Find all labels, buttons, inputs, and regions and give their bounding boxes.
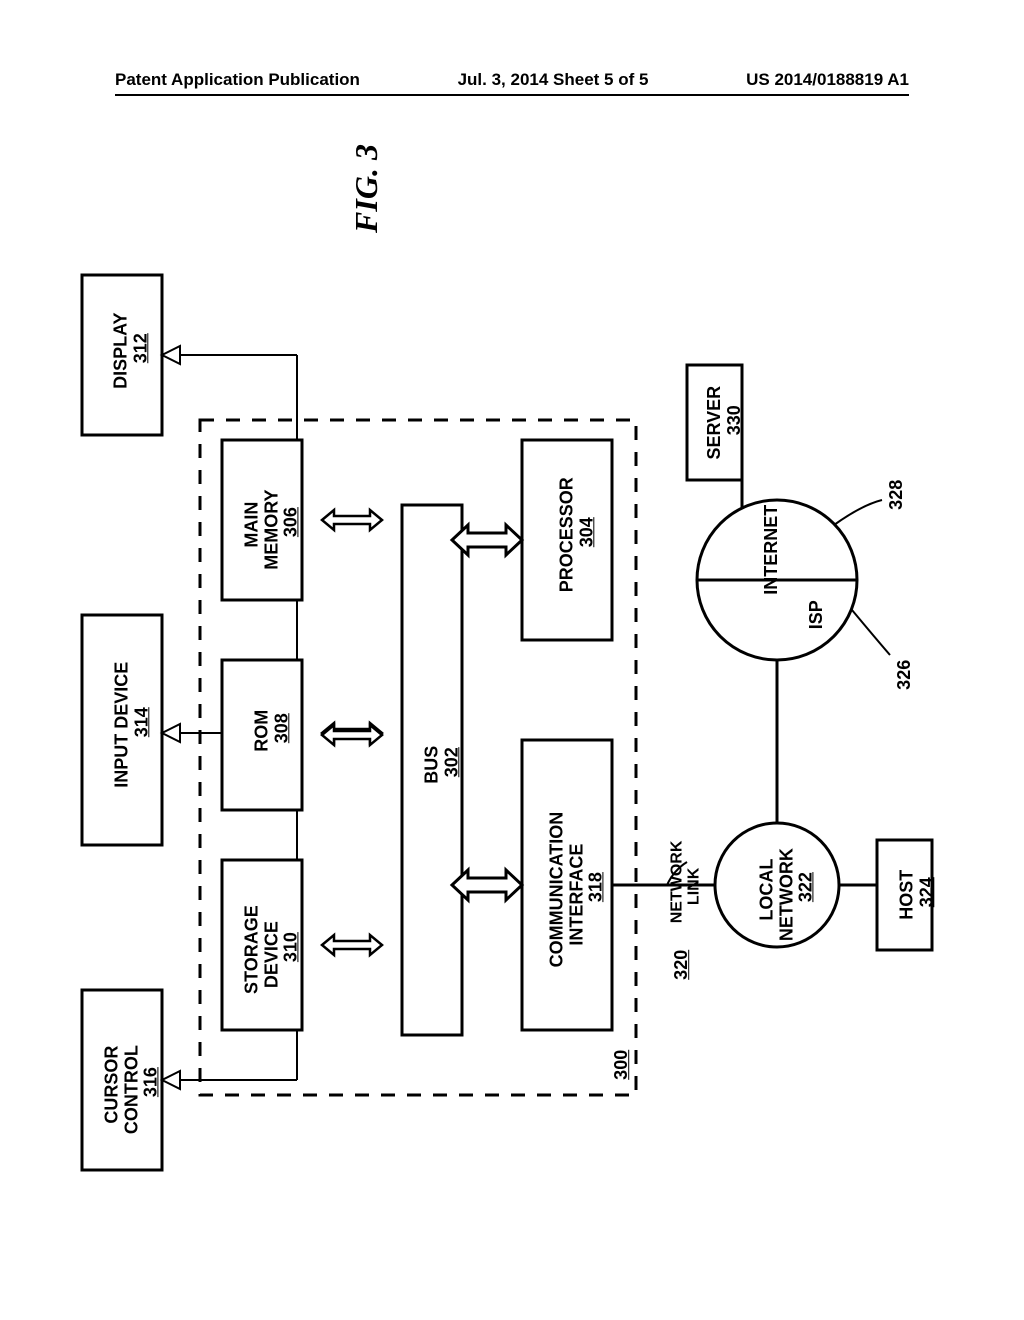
localnet-label: LOCAL NETWORK <box>756 848 796 941</box>
bus-label: BUS <box>421 746 441 784</box>
isp-label: ISP <box>806 600 826 629</box>
header-right: US 2014/0188819 A1 <box>746 70 909 90</box>
mainmem-label: MAIN MEMORY <box>241 489 281 569</box>
input-label: INPUT DEVICE <box>111 662 131 788</box>
server-num: 330 <box>723 405 743 435</box>
server-label: SERVER <box>704 386 724 460</box>
rom-label: ROM <box>251 710 271 752</box>
processor-label: PROCESSOR <box>556 477 576 592</box>
isp-num: 326 <box>894 660 914 690</box>
rom-num: 308 <box>271 713 291 743</box>
system-num: 300 <box>611 1050 631 1080</box>
display-label: DISPLAY <box>110 313 130 389</box>
cursor-num: 316 <box>141 1067 161 1097</box>
processor-num: 304 <box>576 517 596 547</box>
page-header: Patent Application Publication Jul. 3, 2… <box>115 70 909 90</box>
bus-num: 302 <box>441 747 461 777</box>
host-num: 324 <box>916 877 936 907</box>
storage-label: STORAGE DEVICE <box>241 905 281 994</box>
comm-label: COMMUNICATION INTERFACE <box>546 812 586 968</box>
display-num: 312 <box>130 333 150 363</box>
storage-num: 310 <box>281 932 301 962</box>
host-label: HOST <box>896 870 916 920</box>
mainmem-num: 306 <box>281 507 301 537</box>
diagram-svg <box>62 140 962 1240</box>
cursor-label: CURSOR CONTROL <box>101 1045 141 1134</box>
internet-label: INTERNET <box>761 505 781 595</box>
figure-title: FIG. 3 <box>348 144 385 233</box>
localnet-num: 322 <box>796 872 816 902</box>
comm-num: 318 <box>586 872 606 902</box>
header-left: Patent Application Publication <box>115 70 360 90</box>
netlink-label: NETWORK LINK <box>668 841 703 924</box>
header-center: Jul. 3, 2014 Sheet 5 of 5 <box>458 70 649 90</box>
input-num: 314 <box>131 707 151 737</box>
internet-num: 328 <box>886 480 906 510</box>
figure-canvas: FIG. 3 DISPLAY 312 INPUT DEVICE 314 CURS… <box>62 140 962 1240</box>
netlink-num: 320 <box>671 950 691 980</box>
